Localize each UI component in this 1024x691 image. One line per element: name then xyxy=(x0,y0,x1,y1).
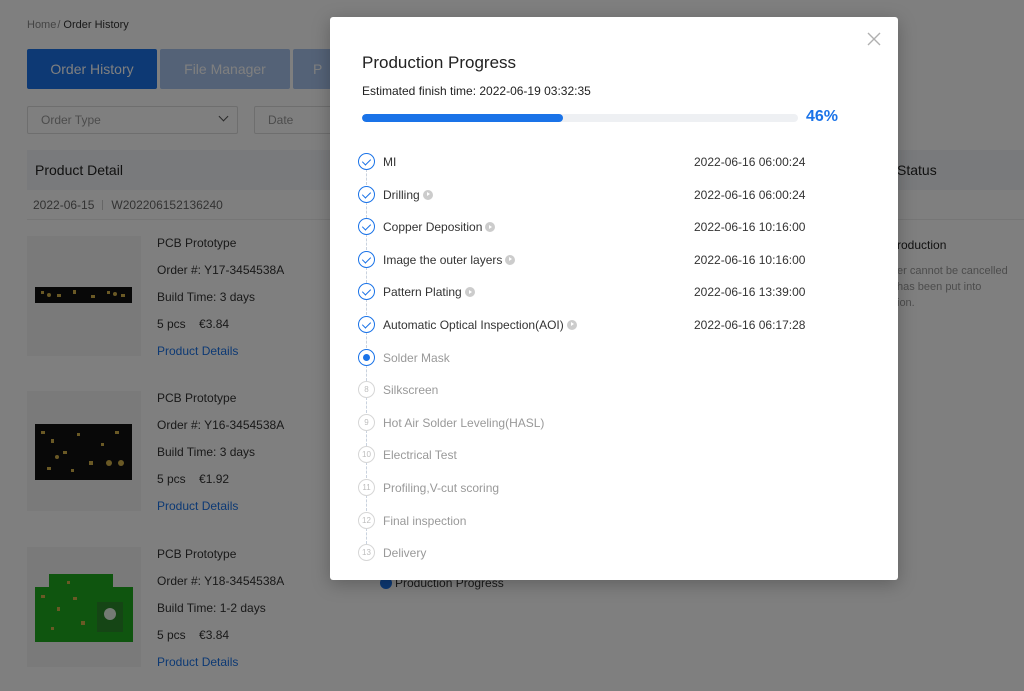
step-time: 2022-06-16 13:39:00 xyxy=(694,285,806,300)
check-circle-icon xyxy=(358,315,375,333)
step-name: Electrical Test xyxy=(383,448,457,463)
check-circle-icon xyxy=(358,185,375,203)
production-step: 8 Silkscreen xyxy=(356,373,876,414)
production-step: Pattern Plating 2022-06-16 13:39:00 xyxy=(356,275,876,316)
play-icon[interactable] xyxy=(422,189,433,200)
production-step: Solder Mask xyxy=(356,341,876,381)
production-step: MI 2022-06-16 06:00:24 xyxy=(356,145,876,185)
step-number-icon: 13 xyxy=(358,544,375,562)
step-number-icon: 9 xyxy=(358,413,375,431)
step-name: MI xyxy=(383,155,397,169)
step-name: Silkscreen xyxy=(383,383,439,398)
step-name: Automatic Optical Inspection(AOI) xyxy=(383,317,564,332)
step-name: Solder Mask xyxy=(383,350,450,365)
modal-title: Production Progress xyxy=(362,53,517,72)
play-icon[interactable] xyxy=(485,222,496,233)
play-icon[interactable] xyxy=(566,319,577,330)
production-steps: MI 2022-06-16 06:00:24 Drilling 2022-06-16 … xyxy=(356,145,876,569)
step-name: Image the outer layers xyxy=(383,252,503,267)
progress-fill xyxy=(362,114,563,122)
production-step: 11 Profiling,V-cut scoring xyxy=(356,471,876,511)
step-time: 2022-06-16 10:16:00 xyxy=(694,252,806,267)
production-step: 13 Delivery xyxy=(356,536,876,569)
production-step: 12 Final inspection xyxy=(356,504,876,544)
production-progress-modal: Production Progress Estimated finish tim… xyxy=(330,17,898,580)
step-number-icon: 8 xyxy=(358,381,375,399)
step-time: 2022-06-16 06:17:28 xyxy=(694,317,806,332)
play-icon[interactable] xyxy=(505,254,516,265)
step-time: 2022-06-16 06:00:24 xyxy=(694,155,806,169)
check-circle-icon xyxy=(358,283,375,301)
production-step: Image the outer layers 2022-06-16 10:16:0… xyxy=(356,243,876,283)
play-icon[interactable] xyxy=(464,287,475,298)
current-step-icon xyxy=(358,348,375,366)
production-step: Drilling 2022-06-16 06:00:24 xyxy=(356,178,876,218)
production-step: 9 Hot Air Solder Leveling(HASL) xyxy=(356,406,876,446)
production-step: 10 Electrical Test xyxy=(356,438,876,479)
production-step: Automatic Optical Inspection(AOI) 2022-06… xyxy=(356,308,876,348)
step-number-icon: 10 xyxy=(358,446,375,464)
step-name: Pattern Plating xyxy=(383,285,462,300)
step-time: 2022-06-16 10:16:00 xyxy=(694,220,806,235)
step-name: Final inspection xyxy=(383,513,467,528)
close-icon[interactable] xyxy=(866,31,882,47)
step-name: Delivery xyxy=(383,546,427,561)
check-circle-icon xyxy=(358,218,375,236)
check-circle-icon xyxy=(358,153,375,170)
check-circle-icon xyxy=(358,250,375,268)
step-name: Drilling xyxy=(383,187,420,202)
step-number-icon: 11 xyxy=(358,478,375,496)
estimated-finish-time: Estimated finish time: 2022-06-19 03:32:… xyxy=(362,84,591,98)
step-name: Hot Air Solder Leveling(HASL) xyxy=(383,415,545,430)
step-name: Profiling,V-cut scoring xyxy=(383,480,500,495)
production-step: Copper Deposition 2022-06-16 10:16:00 xyxy=(356,210,876,251)
progress-percent: 46% xyxy=(806,108,839,125)
step-number-icon: 12 xyxy=(358,511,375,529)
progress-bar xyxy=(362,114,798,122)
step-time: 2022-06-16 06:00:24 xyxy=(694,187,806,202)
step-name: Copper Deposition xyxy=(383,220,483,235)
